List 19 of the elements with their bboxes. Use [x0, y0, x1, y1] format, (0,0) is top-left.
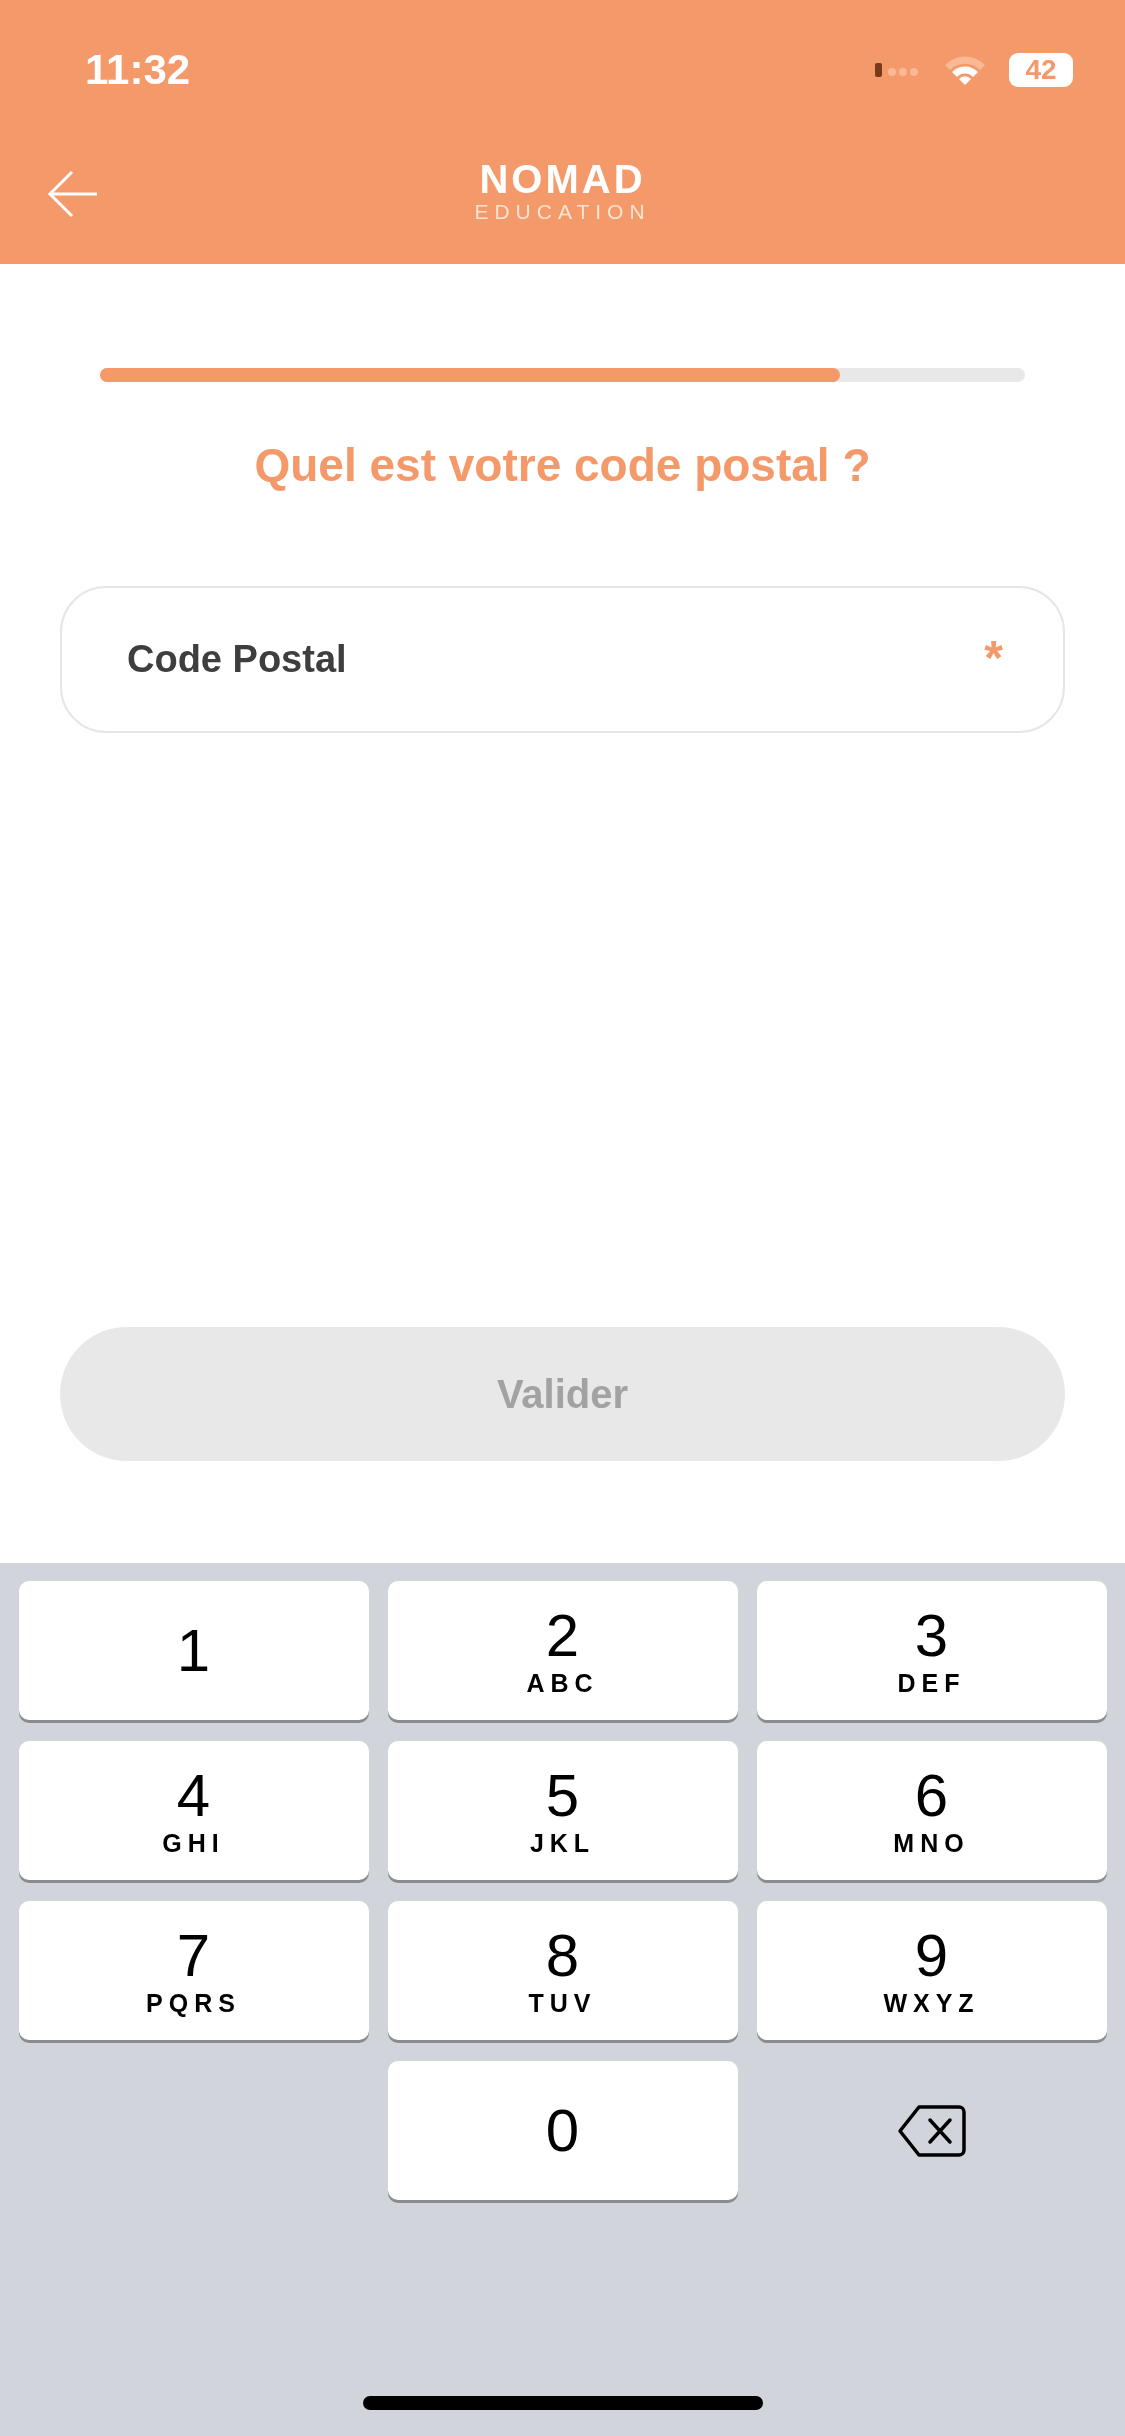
signal-icon: [875, 62, 921, 78]
required-mark: *: [984, 630, 1003, 685]
status-time: 11:32: [85, 46, 191, 94]
keypad-key[interactable]: 1: [18, 1581, 369, 1720]
backspace-icon[interactable]: [896, 2103, 967, 2158]
keypad-key[interactable]: 7 PQRS: [18, 1901, 369, 2040]
keypad-key[interactable]: 2 ABC: [387, 1581, 738, 1720]
battery-icon: 42: [1009, 53, 1073, 87]
keypad-key[interactable]: 4 GHI: [18, 1741, 369, 1880]
keypad-key[interactable]: 8 TUV: [387, 1901, 738, 2040]
keypad-key[interactable]: 5 JKL: [387, 1741, 738, 1880]
keypad-key[interactable]: 6 MNO: [756, 1741, 1107, 1880]
logo-wordmark: NOMAD: [479, 159, 646, 199]
wifi-icon: [943, 54, 987, 86]
logo-tagline: EDUCATION: [474, 199, 651, 225]
keypad-key[interactable]: 9 WXYZ: [756, 1901, 1107, 2040]
question-title: Quel est votre code postal ?: [254, 438, 871, 493]
keypad-key[interactable]: 0: [387, 2061, 738, 2200]
keypad-key[interactable]: 3 DEF: [756, 1581, 1107, 1720]
